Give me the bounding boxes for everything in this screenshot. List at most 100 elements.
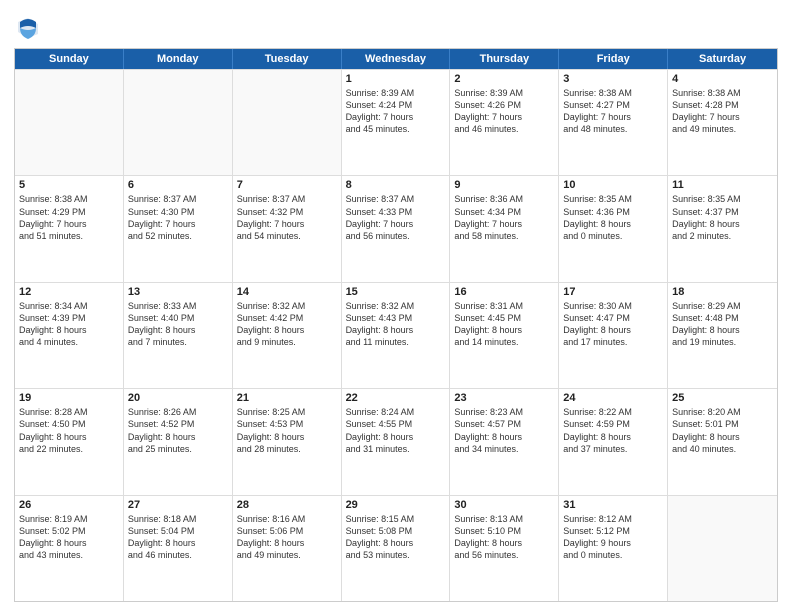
calendar-cell-day-9: 9 Sunrise: 8:36 AM Sunset: 4:34 PM Daylig… [450, 176, 559, 281]
day-number: 6 [128, 179, 228, 191]
day-info: Sunrise: 8:38 AM Sunset: 4:28 PM Dayligh… [672, 87, 773, 136]
calendar-row-4: 19 Sunrise: 8:28 AM Sunset: 4:50 PM Dayli… [15, 388, 777, 494]
calendar-cell-day-4: 4 Sunrise: 8:38 AM Sunset: 4:28 PM Daylig… [668, 70, 777, 175]
day-info: Sunrise: 8:25 AM Sunset: 4:53 PM Dayligh… [237, 406, 337, 455]
calendar-cell-day-10: 10Sunrise: 8:35 AM Sunset: 4:36 PM Dayli… [559, 176, 668, 281]
day-info: Sunrise: 8:33 AM Sunset: 4:40 PM Dayligh… [128, 300, 228, 349]
day-number: 30 [454, 499, 554, 511]
calendar-cell-day-14: 14Sunrise: 8:32 AM Sunset: 4:42 PM Dayli… [233, 283, 342, 388]
weekday-header-thursday: Thursday [450, 49, 559, 69]
calendar-cell-day-6: 6 Sunrise: 8:37 AM Sunset: 4:30 PM Daylig… [124, 176, 233, 281]
calendar-cell-empty [15, 70, 124, 175]
calendar-cell-day-29: 29 Sunrise: 8:15 AM Sunset: 5:08 PM Dayli… [342, 496, 451, 601]
calendar-cell-day-22: 22Sunrise: 8:24 AM Sunset: 4:55 PM Dayli… [342, 389, 451, 494]
day-number: 7 [237, 179, 337, 191]
day-number: 27 [128, 499, 228, 511]
calendar-row-1: 1 Sunrise: 8:39 AM Sunset: 4:24 PM Daylig… [15, 69, 777, 175]
day-number: 24 [563, 392, 663, 404]
day-info: Sunrise: 8:37 AM Sunset: 4:30 PM Dayligh… [128, 193, 228, 242]
day-number: 4 [672, 73, 773, 85]
day-info: Sunrise: 8:15 AM Sunset: 5:08 PM Dayligh… [346, 513, 446, 562]
day-info: Sunrise: 8:24 AM Sunset: 4:55 PM Dayligh… [346, 406, 446, 455]
day-number: 25 [672, 392, 773, 404]
day-number: 29 [346, 499, 446, 511]
day-number: 13 [128, 286, 228, 298]
calendar-cell-day-30: 30 Sunrise: 8:13 AM Sunset: 5:10 PM Dayli… [450, 496, 559, 601]
day-number: 18 [672, 286, 773, 298]
day-info: Sunrise: 8:31 AM Sunset: 4:45 PM Dayligh… [454, 300, 554, 349]
day-info: Sunrise: 8:28 AM Sunset: 4:50 PM Dayligh… [19, 406, 119, 455]
calendar-cell-day-3: 3 Sunrise: 8:38 AM Sunset: 4:27 PM Daylig… [559, 70, 668, 175]
day-number: 8 [346, 179, 446, 191]
calendar-cell-day-25: 25 Sunrise: 8:20 AM Sunset: 5:01 PM Dayli… [668, 389, 777, 494]
day-info: Sunrise: 8:38 AM Sunset: 4:27 PM Dayligh… [563, 87, 663, 136]
day-info: Sunrise: 8:20 AM Sunset: 5:01 PM Dayligh… [672, 406, 773, 455]
day-info: Sunrise: 8:26 AM Sunset: 4:52 PM Dayligh… [128, 406, 228, 455]
weekday-header-monday: Monday [124, 49, 233, 69]
weekday-header-wednesday: Wednesday [342, 49, 451, 69]
calendar-row-5: 26Sunrise: 8:19 AM Sunset: 5:02 PM Dayli… [15, 495, 777, 601]
day-number: 14 [237, 286, 337, 298]
calendar-cell-day-19: 19 Sunrise: 8:28 AM Sunset: 4:50 PM Dayli… [15, 389, 124, 494]
weekday-header-saturday: Saturday [668, 49, 777, 69]
logo-icon [14, 14, 42, 42]
day-number: 15 [346, 286, 446, 298]
calendar-cell-day-13: 13 Sunrise: 8:33 AM Sunset: 4:40 PM Dayli… [124, 283, 233, 388]
calendar-body: 1 Sunrise: 8:39 AM Sunset: 4:24 PM Daylig… [15, 69, 777, 601]
calendar-cell-day-26: 26Sunrise: 8:19 AM Sunset: 5:02 PM Dayli… [15, 496, 124, 601]
calendar-cell-day-12: 12Sunrise: 8:34 AM Sunset: 4:39 PM Dayli… [15, 283, 124, 388]
day-info: Sunrise: 8:39 AM Sunset: 4:26 PM Dayligh… [454, 87, 554, 136]
day-number: 17 [563, 286, 663, 298]
day-number: 10 [563, 179, 663, 191]
day-number: 1 [346, 73, 446, 85]
day-info: Sunrise: 8:37 AM Sunset: 4:33 PM Dayligh… [346, 193, 446, 242]
day-info: Sunrise: 8:36 AM Sunset: 4:34 PM Dayligh… [454, 193, 554, 242]
calendar-cell-empty [668, 496, 777, 601]
day-info: Sunrise: 8:16 AM Sunset: 5:06 PM Dayligh… [237, 513, 337, 562]
calendar-cell-day-8: 8 Sunrise: 8:37 AM Sunset: 4:33 PM Daylig… [342, 176, 451, 281]
day-info: Sunrise: 8:29 AM Sunset: 4:48 PM Dayligh… [672, 300, 773, 349]
calendar-cell-day-5: 5Sunrise: 8:38 AM Sunset: 4:29 PM Daylig… [15, 176, 124, 281]
day-number: 28 [237, 499, 337, 511]
calendar-cell-day-24: 24 Sunrise: 8:22 AM Sunset: 4:59 PM Dayli… [559, 389, 668, 494]
day-info: Sunrise: 8:19 AM Sunset: 5:02 PM Dayligh… [19, 513, 119, 562]
day-info: Sunrise: 8:12 AM Sunset: 5:12 PM Dayligh… [563, 513, 663, 562]
calendar-cell-day-21: 21 Sunrise: 8:25 AM Sunset: 4:53 PM Dayli… [233, 389, 342, 494]
calendar-cell-day-15: 15 Sunrise: 8:32 AM Sunset: 4:43 PM Dayli… [342, 283, 451, 388]
day-info: Sunrise: 8:23 AM Sunset: 4:57 PM Dayligh… [454, 406, 554, 455]
calendar-cell-day-20: 20 Sunrise: 8:26 AM Sunset: 4:52 PM Dayli… [124, 389, 233, 494]
calendar-cell-day-2: 2 Sunrise: 8:39 AM Sunset: 4:26 PM Daylig… [450, 70, 559, 175]
day-number: 11 [672, 179, 773, 191]
day-number: 19 [19, 392, 119, 404]
calendar-cell-day-23: 23Sunrise: 8:23 AM Sunset: 4:57 PM Dayli… [450, 389, 559, 494]
day-info: Sunrise: 8:34 AM Sunset: 4:39 PM Dayligh… [19, 300, 119, 349]
calendar-cell-empty [233, 70, 342, 175]
day-info: Sunrise: 8:22 AM Sunset: 4:59 PM Dayligh… [563, 406, 663, 455]
calendar-row-3: 12Sunrise: 8:34 AM Sunset: 4:39 PM Dayli… [15, 282, 777, 388]
calendar-row-2: 5Sunrise: 8:38 AM Sunset: 4:29 PM Daylig… [15, 175, 777, 281]
weekday-header-friday: Friday [559, 49, 668, 69]
day-number: 16 [454, 286, 554, 298]
day-number: 2 [454, 73, 554, 85]
header [14, 10, 778, 42]
day-number: 20 [128, 392, 228, 404]
calendar-cell-day-11: 11 Sunrise: 8:35 AM Sunset: 4:37 PM Dayli… [668, 176, 777, 281]
calendar: SundayMondayTuesdayWednesdayThursdayFrid… [14, 48, 778, 602]
day-number: 5 [19, 179, 119, 191]
weekday-header-tuesday: Tuesday [233, 49, 342, 69]
calendar-cell-day-18: 18 Sunrise: 8:29 AM Sunset: 4:48 PM Dayli… [668, 283, 777, 388]
calendar-cell-day-16: 16 Sunrise: 8:31 AM Sunset: 4:45 PM Dayli… [450, 283, 559, 388]
day-number: 9 [454, 179, 554, 191]
calendar-header-row: SundayMondayTuesdayWednesdayThursdayFrid… [15, 49, 777, 69]
day-info: Sunrise: 8:18 AM Sunset: 5:04 PM Dayligh… [128, 513, 228, 562]
day-info: Sunrise: 8:37 AM Sunset: 4:32 PM Dayligh… [237, 193, 337, 242]
calendar-cell-day-31: 31 Sunrise: 8:12 AM Sunset: 5:12 PM Dayli… [559, 496, 668, 601]
day-number: 31 [563, 499, 663, 511]
day-number: 3 [563, 73, 663, 85]
day-info: Sunrise: 8:35 AM Sunset: 4:37 PM Dayligh… [672, 193, 773, 242]
day-info: Sunrise: 8:39 AM Sunset: 4:24 PM Dayligh… [346, 87, 446, 136]
calendar-cell-day-27: 27 Sunrise: 8:18 AM Sunset: 5:04 PM Dayli… [124, 496, 233, 601]
day-info: Sunrise: 8:13 AM Sunset: 5:10 PM Dayligh… [454, 513, 554, 562]
day-number: 21 [237, 392, 337, 404]
day-info: Sunrise: 8:32 AM Sunset: 4:43 PM Dayligh… [346, 300, 446, 349]
